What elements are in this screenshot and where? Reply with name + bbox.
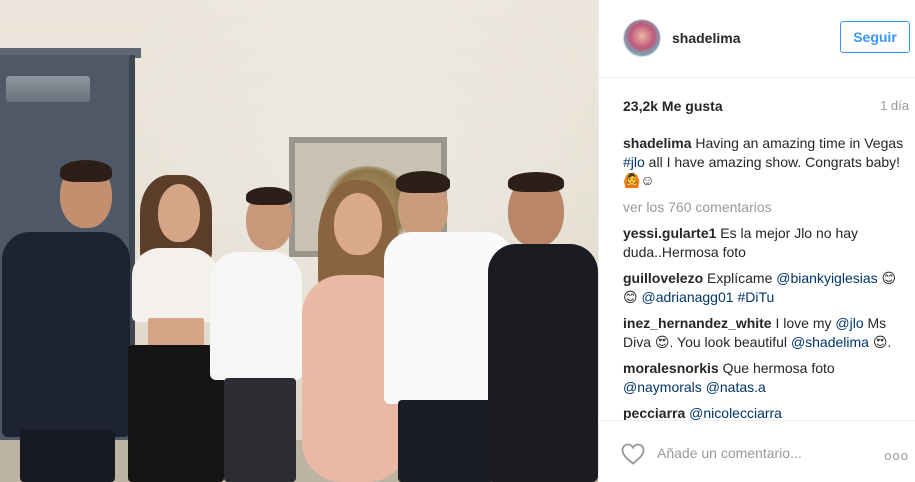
comment-text: I love my — [771, 315, 836, 331]
comment-mention[interactable]: @adrianagg01 — [641, 289, 733, 305]
comment-item: guillovelezo Explícame @biankyiglesias 😊… — [623, 269, 905, 306]
comment-text: 😍. — [868, 333, 892, 350]
comment-mention[interactable]: @natas.a — [706, 379, 766, 395]
comment-mention[interactable]: @nicolecciarra — [689, 405, 782, 420]
post-photo[interactable] — [0, 0, 598, 482]
post-time[interactable]: 1 día — [880, 98, 909, 113]
post-username[interactable]: shadelima — [672, 30, 740, 46]
photo-door-closer — [6, 76, 90, 102]
comment-mention[interactable]: #DiTu — [737, 289, 774, 305]
comment-text: Que hermosa foto — [718, 360, 835, 376]
comment-item: yessi.gularte1 Es la mejor Jlo no hay du… — [623, 224, 905, 261]
caption: shadelima Having an amazing time in Vega… — [623, 134, 905, 190]
caption-text-2: all I have amazing show. Congrats baby! … — [623, 153, 901, 189]
caption-text-1: Having an amazing time in Vegas — [695, 135, 904, 151]
post-side-panel: shadelima Seguir 23,2k Me gusta 1 día sh… — [599, 0, 915, 482]
comment-author[interactable]: yessi.gularte1 — [623, 225, 716, 241]
avatar[interactable] — [623, 19, 661, 57]
more-options-icon[interactable]: ooo — [884, 448, 909, 463]
heart-icon[interactable] — [621, 443, 645, 465]
comment-item: pecciarra @nicolecciarra — [623, 404, 905, 420]
caption-hashtag[interactable]: #jlo — [623, 154, 645, 170]
comment-item: moralesnorkis Que hermosa foto @naymoral… — [623, 359, 905, 396]
comment-list: yessi.gularte1 Es la mejor Jlo no hay du… — [623, 224, 905, 420]
comment-mention[interactable]: @naymorals — [623, 379, 702, 395]
comment-author[interactable]: inez_hernandez_white — [623, 315, 772, 331]
caption-author[interactable]: shadelima — [623, 135, 691, 151]
comment-author[interactable]: pecciarra — [623, 405, 685, 420]
comment-mention[interactable]: @jlo — [835, 315, 863, 331]
comment-author[interactable]: guillovelezo — [623, 270, 703, 286]
comment-author[interactable]: moralesnorkis — [623, 360, 719, 376]
comment-mention[interactable]: @biankyiglesias — [776, 270, 877, 286]
comments-section: shadelima Having an amazing time in Vega… — [623, 134, 905, 420]
comment-text: Explícame — [703, 270, 777, 286]
comment-item: inez_hernandez_white I love my @jlo Ms D… — [623, 314, 905, 351]
follow-button[interactable]: Seguir — [840, 21, 910, 53]
comment-mention[interactable]: @shadelima — [791, 334, 869, 350]
likes-count[interactable]: 23,2k Me gusta — [623, 98, 723, 114]
post-header: shadelima Seguir — [599, 0, 915, 78]
post-footer: Añade un comentario... ooo — [599, 420, 915, 482]
add-comment-input[interactable]: Añade un comentario... — [657, 445, 802, 461]
view-all-comments-link[interactable]: ver los 760 comentarios — [623, 198, 905, 217]
